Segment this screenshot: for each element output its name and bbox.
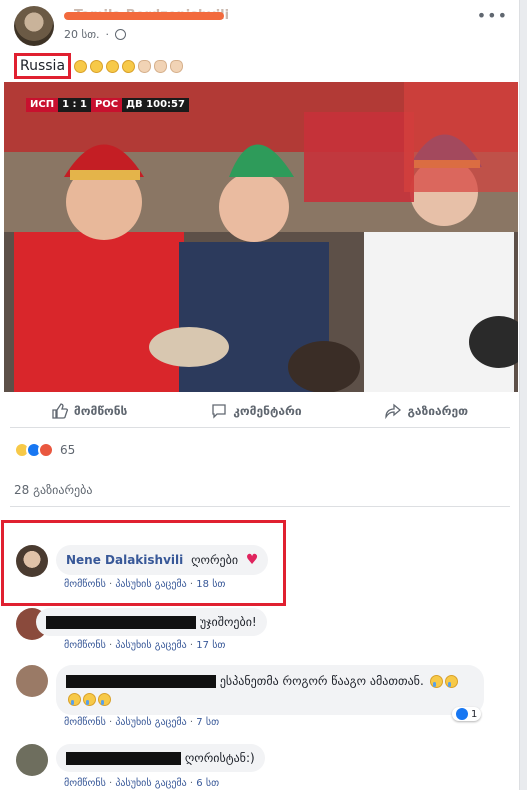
scoreboard-period: ДВ 100:57: [122, 98, 189, 112]
comment-text: ღორები: [191, 553, 239, 567]
comment-meta: მომწონს · პასუხის გაცემა · 17 სთ: [64, 640, 226, 651]
comment: Nene Dalakishvili ღორები ♥ მომწონს · პას…: [16, 545, 286, 595]
comment-likes-badge[interactable]: 1: [452, 707, 482, 721]
comment-bubble: ღორისტან:): [56, 744, 265, 772]
comment-time[interactable]: 18 სთ: [196, 579, 225, 590]
more-options-icon[interactable]: •••: [477, 6, 508, 25]
comment-meta: მომწონს · პასუხის გაცემა · 18 სთ: [64, 579, 226, 590]
grinning-squint-icon: [74, 59, 88, 73]
scoreboard-team-a: ИСП: [26, 98, 59, 112]
divider: [10, 506, 510, 507]
ok-hand-icon: [154, 59, 168, 73]
like-label: მომწონს: [73, 403, 128, 418]
share-icon: [385, 403, 402, 419]
post-text: Russia: [14, 53, 184, 79]
ok-hand-icon: [138, 59, 152, 73]
crying-face-icon: [429, 675, 443, 688]
comment-bubble: Nene Dalakishvili ღორები ♥: [56, 545, 269, 575]
post-header: Tamila Berdzenishvili 20 სთ. · •••: [14, 6, 514, 46]
grinning-squint-icon: [106, 59, 120, 73]
comment-time[interactable]: 6 სთ: [196, 778, 219, 789]
commenter-name-redaction: [66, 675, 216, 688]
crowd-photo-illustration: [4, 82, 518, 392]
like-reaction-icon: [456, 708, 468, 720]
comment-text: ესპანეთმა როგორ წააგო ამათთან.: [219, 674, 424, 688]
shares-count[interactable]: 28 გაზიარება: [14, 483, 92, 497]
comment-reply-link[interactable]: პასუხის გაცემა: [115, 579, 186, 590]
grinning-squint-icon: [90, 59, 104, 73]
comment-reply-link[interactable]: პასუხის გაცემა: [115, 640, 186, 651]
comment-likes-count: 1: [471, 708, 478, 720]
comment-like-link[interactable]: მომწონს: [64, 579, 106, 590]
reactions-summary[interactable]: 65: [14, 442, 75, 458]
scoreboard: ИСП 1 : 1 РОС ДВ 100:57: [26, 98, 189, 112]
crying-face-icon: [68, 693, 81, 706]
author-name[interactable]: Tamila Berdzenishvili: [64, 8, 234, 24]
post-card: Tamila Berdzenishvili 20 სთ. · ••• Russi…: [0, 0, 520, 790]
post-actions: მომწონს კომენტარი გაზიარეთ: [10, 394, 510, 428]
comment-time[interactable]: 7 სთ: [196, 717, 219, 728]
comment-meta: მომწონს · პასუხის გაცემა · 6 სთ: [64, 778, 220, 789]
post-meta: 20 სთ. ·: [64, 28, 127, 41]
like-icon: [52, 402, 68, 419]
comment-like-link[interactable]: მომწონს: [64, 640, 106, 651]
reactions-count: 65: [60, 443, 76, 457]
comment-button[interactable]: კომენტარი: [211, 403, 302, 419]
comment-icon: [212, 403, 226, 419]
author-name-redaction: [64, 12, 224, 20]
crying-face-icon: [444, 675, 458, 688]
crying-face-icon: [98, 693, 111, 706]
like-button[interactable]: მომწონს: [52, 402, 128, 419]
comment-text: ღორისტან:): [184, 751, 255, 765]
comment-like-link[interactable]: მომწონს: [64, 717, 106, 728]
comment-time[interactable]: 17 სთ: [196, 640, 225, 651]
comment-label: კომენტარი: [233, 403, 302, 418]
scoreboard-score: 1 : 1: [58, 98, 91, 112]
globe-icon: [115, 29, 127, 40]
post-photo[interactable]: ИСП 1 : 1 РОС ДВ 100:57: [4, 82, 518, 392]
post-text-word: Russia: [14, 53, 72, 79]
comment: ესპანეთმა როგორ წააგო ამათთან. 1 მომწონს…: [16, 665, 496, 735]
angry-reaction-icon: [38, 442, 54, 458]
commenter-name-redaction: [46, 616, 196, 629]
commenter-avatar[interactable]: [16, 665, 48, 697]
comment: ღორისტან:) მომწონს · პასუხის გაცემა · 6 …: [16, 744, 316, 790]
comment-like-link[interactable]: მომწონს: [64, 778, 106, 789]
comment-bubble: ესპანეთმა როგორ წააგო ამათთან.: [56, 665, 484, 715]
comment-meta: მომწონს · პასუხის გაცემა · 7 სთ: [64, 717, 220, 728]
comment: უჯიშოები! მომწონს · პასუხის გაცემა · 17 …: [16, 608, 416, 656]
commenter-avatar[interactable]: [16, 744, 48, 776]
share-button[interactable]: გაზიარეთ: [385, 403, 468, 419]
comment-reply-link[interactable]: პასუხის გაცემა: [115, 717, 186, 728]
ok-hand-icon: [170, 59, 184, 73]
comment-text: უჯიშოები!: [199, 615, 257, 629]
comment-reply-link[interactable]: პასუხის გაცემა: [115, 778, 186, 789]
grinning-squint-icon: [122, 59, 136, 73]
commenter-name-redaction: [66, 752, 181, 765]
scoreboard-team-b: РОС: [90, 98, 123, 112]
commenter-name[interactable]: Nene Dalakishvili: [66, 553, 183, 567]
post-timestamp[interactable]: 20 სთ.: [64, 28, 100, 41]
author-avatar[interactable]: [14, 6, 54, 46]
comment-bubble: უჯიშოები!: [36, 608, 267, 636]
share-label: გაზიარეთ: [407, 403, 469, 418]
heart-icon: ♥: [245, 552, 259, 568]
commenter-avatar[interactable]: [16, 545, 48, 577]
crying-face-icon: [83, 693, 96, 706]
